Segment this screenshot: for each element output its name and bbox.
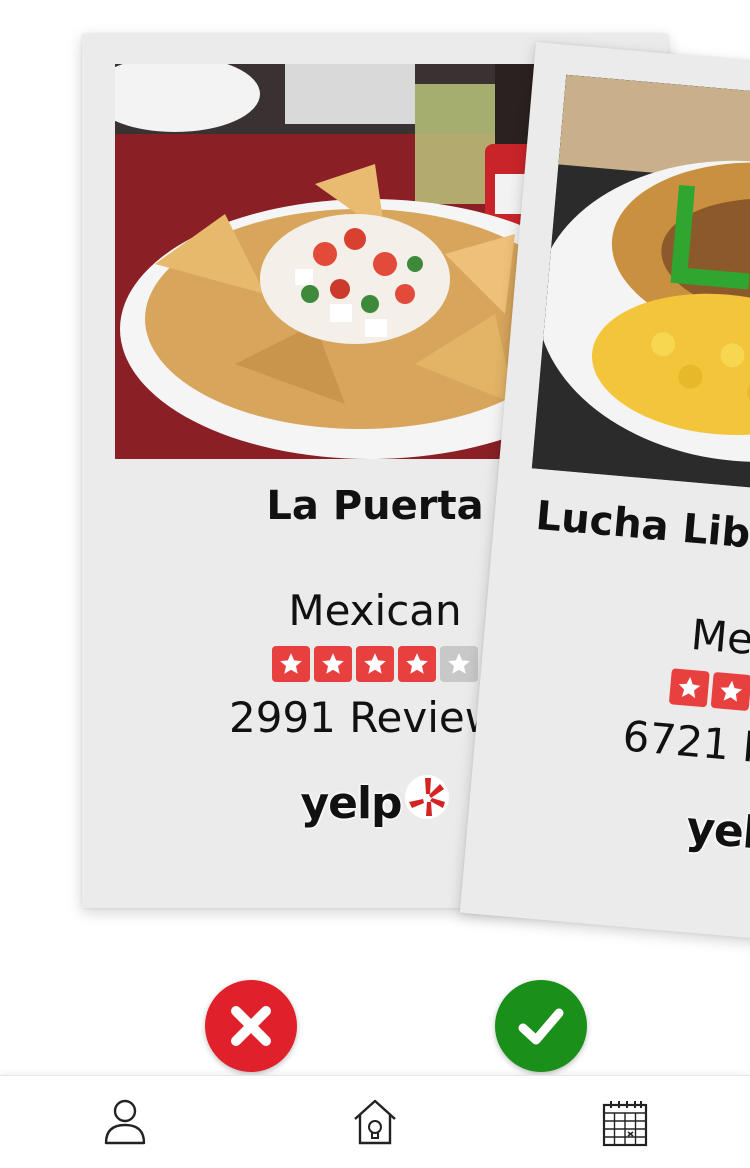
x-icon xyxy=(231,1006,271,1046)
reject-button[interactable] xyxy=(205,980,297,1072)
tab-home[interactable] xyxy=(250,1076,500,1168)
bottom-tab-bar xyxy=(0,1075,750,1168)
swipe-deck: La Puerta Mexican 2991 Reviews yelp Luch… xyxy=(0,0,750,1075)
star-filled-icon xyxy=(272,646,310,682)
calendar-icon xyxy=(602,1101,648,1147)
tab-profile[interactable] xyxy=(0,1076,250,1168)
yelp-logo: yelp xyxy=(467,783,750,885)
star-filled-icon xyxy=(314,646,352,682)
yelp-wordmark: yelp xyxy=(300,778,402,829)
restaurant-photo xyxy=(531,74,750,514)
star-filled-icon xyxy=(398,646,436,682)
star-filled-icon xyxy=(710,671,750,712)
yelp-burst-icon xyxy=(404,774,449,819)
check-icon xyxy=(518,1008,564,1045)
review-count: 6721 Reviews xyxy=(620,711,750,786)
restaurant-name: Lucha Libre Taco Shop xyxy=(534,492,750,583)
accept-button[interactable] xyxy=(495,980,587,1072)
yelp-wordmark: yelp xyxy=(684,802,750,862)
user-icon xyxy=(104,1099,146,1145)
star-filled-icon xyxy=(668,668,710,708)
tab-calendar[interactable] xyxy=(500,1076,750,1168)
star-empty-icon xyxy=(440,646,478,682)
star-filled-icon xyxy=(356,646,394,682)
home-icon xyxy=(354,1099,396,1145)
